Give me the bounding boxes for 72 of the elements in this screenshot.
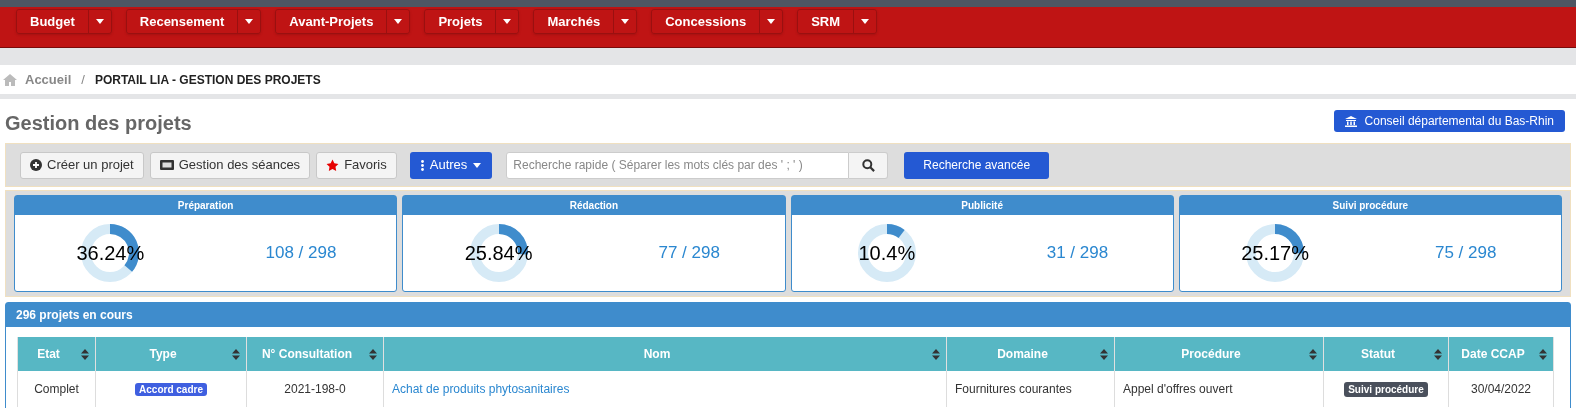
- breadcrumb-link[interactable]: Accueil: [25, 69, 72, 90]
- sort-icon: [1434, 348, 1442, 360]
- plus-circle-icon: [30, 159, 42, 171]
- menu-button[interactable]: SRM: [798, 10, 853, 33]
- bank-icon: [1344, 115, 1357, 127]
- menu-button[interactable]: Projets: [425, 10, 496, 33]
- sort-icon: [1309, 348, 1317, 360]
- search-button[interactable]: [849, 151, 889, 179]
- progress-donut: [467, 222, 530, 284]
- stat-count: 75 / 298: [1434, 242, 1497, 265]
- table-cell: Fournitures courantes: [946, 371, 1115, 407]
- menu-dropdown-button[interactable]: [495, 10, 519, 33]
- stat-percent: 25.84%: [464, 241, 533, 266]
- star-icon: [326, 158, 340, 172]
- stat-count: 77 / 298: [658, 242, 720, 265]
- progress-donut: [855, 222, 918, 284]
- caret-icon: [394, 19, 403, 24]
- breadcrumb-separator: /: [80, 70, 86, 89]
- toolbar-button[interactable]: Gestion des séances: [149, 151, 311, 179]
- stat-card-title: Préparation: [15, 196, 397, 215]
- breadcrumb-current: PORTAIL LIA - GESTION DES PROJETS: [94, 71, 321, 89]
- page-title: Gestion des projets: [5, 111, 192, 136]
- stat-card-title: Publicité: [791, 196, 1173, 215]
- progress-donut: [1244, 222, 1307, 284]
- organization-button[interactable]: Conseil départemental du Bas-Rhin: [1333, 110, 1565, 132]
- stat-percent: 25.17%: [1241, 241, 1309, 266]
- caret-icon: [767, 19, 776, 24]
- caret-icon: [245, 19, 254, 24]
- others-dropdown-button[interactable]: Autres: [409, 151, 493, 179]
- table-cell: 2021-198-0: [246, 371, 384, 407]
- dots-vertical-icon: [420, 159, 424, 171]
- menu-dropdown-button[interactable]: [386, 10, 410, 33]
- sort-icon: [369, 348, 377, 360]
- status-badge: Suivi procédure: [1344, 382, 1428, 397]
- menu-dropdown-button[interactable]: [759, 10, 783, 33]
- type-badge: Accord cadre: [135, 383, 207, 396]
- caret-icon: [95, 19, 104, 24]
- panel-title: 296 projets en cours: [6, 303, 1570, 327]
- caret-icon: [621, 19, 630, 24]
- stat-count: 108 / 298: [265, 242, 337, 265]
- stat-count: 31 / 298: [1046, 242, 1109, 265]
- project-link[interactable]: Achat de produits phytosanitaires: [392, 382, 570, 396]
- ticket-icon: [159, 160, 174, 170]
- sort-icon: [1100, 348, 1108, 360]
- sort-icon: [1539, 348, 1547, 360]
- search-icon: [861, 158, 875, 172]
- search-field[interactable]: Recherche rapide ( Séparer les mots clés par des ' ; ' ): [506, 151, 850, 179]
- menu-button[interactable]: Concessions: [652, 10, 760, 33]
- table-cell: 30/04/2022: [1448, 371, 1554, 407]
- caret-icon: [503, 19, 512, 24]
- sort-icon: [232, 348, 240, 360]
- stat-card-title: Rédaction: [403, 196, 785, 215]
- menu-button[interactable]: Marchés: [534, 10, 614, 33]
- toolbar-button[interactable]: Créer un projet: [20, 151, 144, 179]
- stat-percent: 10.4%: [858, 241, 916, 266]
- sort-icon: [932, 348, 940, 360]
- stat-card-title: Suivi procédure: [1179, 196, 1561, 215]
- advanced-search-button[interactable]: Recherche avancée: [904, 151, 1050, 179]
- menu-button[interactable]: Budget: [17, 10, 88, 33]
- menu-dropdown-button[interactable]: [237, 10, 261, 33]
- sort-icon: [81, 348, 89, 360]
- caret-icon: [861, 19, 869, 24]
- table-cell: Complet: [17, 371, 96, 407]
- menu-dropdown-button[interactable]: [853, 10, 876, 33]
- menu-button[interactable]: Recensement: [126, 10, 238, 33]
- toolbar-button[interactable]: Favoris: [316, 151, 397, 179]
- home-icon: [3, 73, 17, 86]
- menu-dropdown-button[interactable]: [613, 10, 637, 33]
- menu-button[interactable]: Avant-Projets: [276, 10, 387, 33]
- table-cell: Appel d'offres ouvert: [1114, 371, 1324, 407]
- caret-icon: [473, 162, 482, 168]
- menu-dropdown-button[interactable]: [87, 10, 111, 33]
